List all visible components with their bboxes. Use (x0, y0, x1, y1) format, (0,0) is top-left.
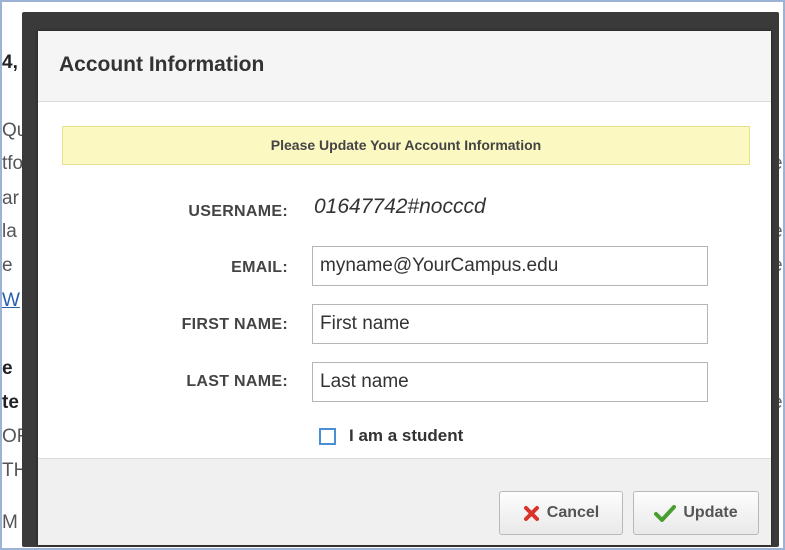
last-name-field[interactable]: Last name (312, 362, 708, 402)
bg-fragment: e (2, 255, 13, 276)
dialog-header: Account Information (38, 31, 771, 102)
dialog-title: Account Information (59, 53, 265, 76)
first-name-field[interactable]: First name (312, 304, 708, 344)
update-button[interactable]: Update (633, 491, 759, 535)
student-checkbox[interactable] (319, 427, 336, 445)
bg-fragment: tfo (2, 153, 24, 174)
cancel-button-label: Cancel (546, 504, 600, 521)
bg-fragment: OF (2, 426, 24, 447)
x-icon (523, 505, 540, 522)
account-information-dialog: Account Information Please Update Your A… (38, 31, 771, 545)
update-button-label: Update (683, 504, 738, 521)
username-label: USERNAME: (188, 203, 288, 220)
bg-fragment: M (2, 512, 18, 533)
checkmark-icon (654, 504, 677, 522)
email-label: EMAIL: (231, 259, 288, 276)
dialog-footer: Cancel Update (38, 458, 771, 545)
bg-fragment: te (2, 392, 19, 413)
update-notice: Please Update Your Account Information (62, 126, 750, 165)
first-name-label: FIRST NAME: (181, 316, 288, 333)
student-checkbox-label[interactable]: I am a student (349, 426, 463, 446)
bg-fragment: TH (2, 460, 24, 481)
bg-fragment-link[interactable]: W (2, 290, 20, 312)
background-left-text: 4, Qu tfo ar la e W e te OF TH M (2, 2, 24, 548)
bg-fragment: e (2, 358, 13, 379)
bg-fragment: Qu (2, 120, 24, 141)
bg-fragment: 4, (2, 52, 18, 73)
last-name-label: LAST NAME: (186, 373, 288, 390)
bg-fragment: ar (2, 188, 19, 209)
username-value: 01647742#nocccd (314, 195, 486, 218)
cancel-button[interactable]: Cancel (499, 491, 623, 535)
bg-fragment: la (2, 221, 17, 242)
email-field[interactable]: myname@YourCampus.edu (312, 246, 708, 286)
student-checkbox-row[interactable]: I am a student (319, 426, 463, 446)
